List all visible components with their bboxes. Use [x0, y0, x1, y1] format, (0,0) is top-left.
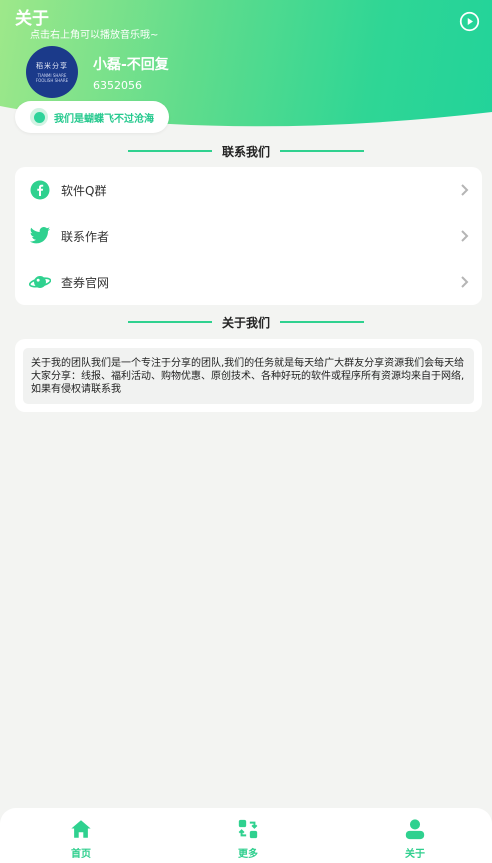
user-icon	[405, 819, 425, 840]
tab-more[interactable]: 更多	[208, 808, 288, 863]
contact-card: 软件Q群 联系作者 查券官网	[15, 167, 482, 305]
list-item-label: 联系作者	[61, 229, 110, 244]
contact-heading-text: 联系我们	[221, 144, 270, 159]
status-dot-icon	[30, 108, 48, 126]
user-id: 6352056	[93, 79, 142, 92]
play-circle-icon[interactable]	[459, 11, 480, 32]
swap-icon	[238, 819, 258, 839]
contact-heading: 联系我们	[0, 143, 492, 159]
page-subtitle: 点击右上角可以播放音乐哦~	[30, 30, 159, 41]
avatar-text: 稻米分享	[36, 62, 68, 70]
home-icon	[71, 820, 91, 838]
motto-text: 我们是蝴蝶飞不过沧海	[54, 113, 154, 125]
about-text: 关于我的团队我们是一个专注于分享的团队,我们的任务就是每天给广大群友分享资源我们…	[23, 348, 474, 404]
motto-badge: 我们是蝴蝶飞不过沧海	[15, 101, 169, 133]
divider	[280, 321, 364, 323]
facebook-icon	[29, 179, 51, 201]
avatar-subtext-2: FOOLISH SHARE	[35, 78, 69, 83]
divider	[127, 321, 212, 323]
list-item-contact-author[interactable]: 联系作者	[15, 213, 482, 259]
chevron-right-icon	[461, 230, 469, 242]
about-heading-text: 关于我们	[221, 315, 270, 330]
tab-label: 首页	[71, 849, 91, 860]
chevron-right-icon	[461, 276, 469, 288]
planet-icon	[29, 271, 51, 293]
tab-about[interactable]: 关于	[375, 808, 455, 863]
user-name: 小磊-不回复	[93, 57, 169, 73]
list-item-label: 软件Q群	[61, 183, 107, 198]
about-card: 关于我的团队我们是一个专注于分享的团队,我们的任务就是每天给广大群友分享资源我们…	[15, 339, 482, 412]
bottom-tab-bar: 首页 更多 关于	[0, 808, 492, 863]
divider	[280, 150, 364, 152]
chevron-right-icon	[461, 184, 469, 196]
list-item-label: 查券官网	[61, 275, 110, 290]
twitter-bird-icon	[29, 225, 51, 247]
divider	[127, 150, 212, 152]
list-item-qq-group[interactable]: 软件Q群	[15, 167, 482, 213]
tab-home[interactable]: 首页	[41, 808, 121, 863]
about-heading: 关于我们	[0, 314, 492, 330]
list-item-coupon-site[interactable]: 查券官网	[15, 259, 482, 305]
tab-label: 关于	[405, 849, 425, 860]
avatar[interactable]: 稻米分享 TIANMI SHARE FOOLISH SHARE	[26, 46, 78, 98]
tab-label: 更多	[238, 849, 258, 860]
